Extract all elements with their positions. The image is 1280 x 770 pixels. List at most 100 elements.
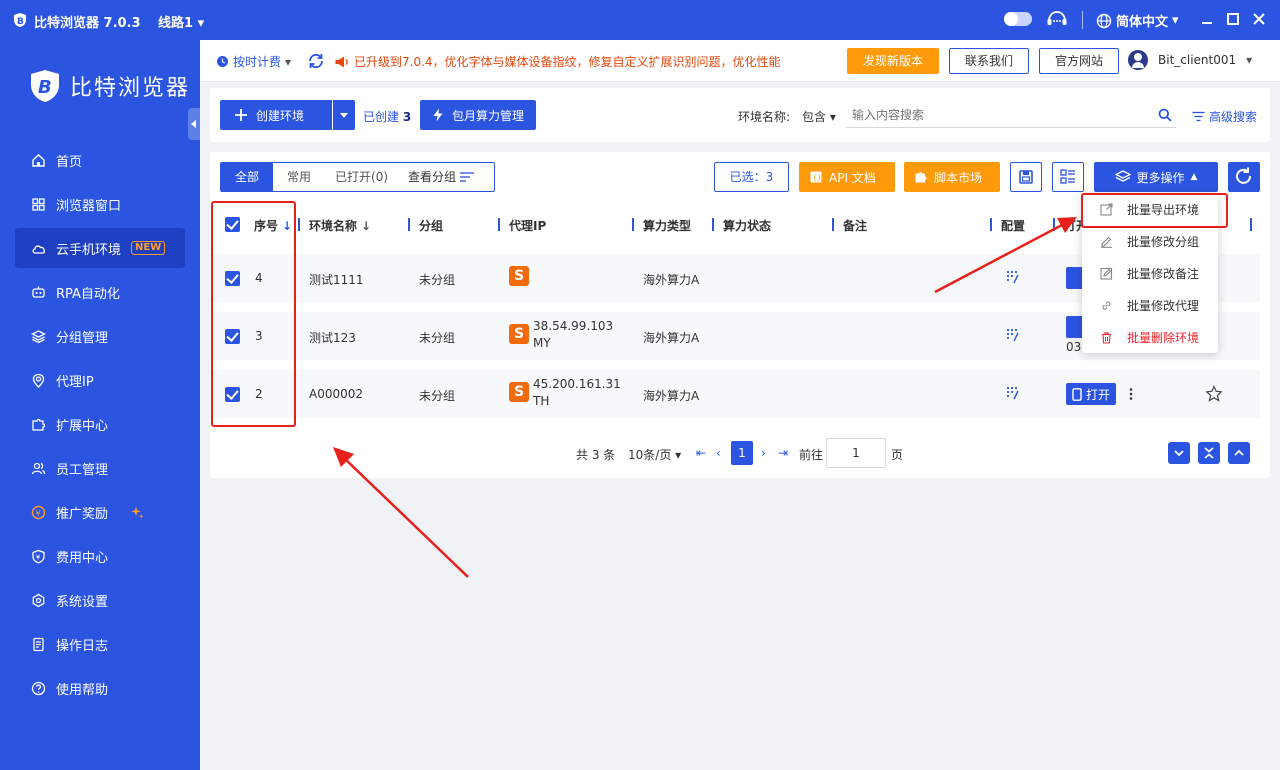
batch-edit-proxy-menu-item[interactable]: 批量修改代理 [1082,289,1218,321]
proxy-type-badge: S [509,324,529,344]
language-selector[interactable]: 简体中文 ▾ [1096,11,1179,30]
customer-service-icon[interactable] [1046,10,1068,30]
close-icon[interactable] [1252,12,1266,26]
column-divider [298,218,300,231]
phone-icon [1072,387,1082,401]
refresh-icon[interactable] [306,51,326,71]
goto-page-input[interactable] [826,438,886,468]
sidebar-item-staff[interactable]: 员工管理 [15,448,185,488]
sidebar-item-billing[interactable]: ¥ 费用中心 [15,536,185,576]
row-group: 未分组 [419,331,456,345]
sidebar-item-rewards[interactable]: ¥ 推广奖励 [15,492,185,532]
next-page-icon[interactable]: › [761,446,766,460]
column-header-notes: 备注 [843,219,868,233]
layers-icon [1114,170,1131,182]
refresh-list-button[interactable] [1228,162,1260,192]
chevron-up-icon [1234,449,1244,456]
api-doc-icon: {} [810,171,822,183]
svg-text:B: B [38,77,52,98]
edit-note-icon [1100,267,1113,280]
route-selector[interactable]: 线路1 ▾ [158,12,204,31]
search-input[interactable] [846,102,1176,128]
help-icon [31,681,46,695]
selected-count: 已选：3 [714,162,789,192]
row-name: 测试123 [309,331,356,345]
menu-item-label: 批量修改分组 [1127,234,1200,249]
sidebar-item-proxy[interactable]: 代理IP [15,360,185,400]
page-size-label: 10条/页 [628,448,672,462]
maximize-icon[interactable] [1226,12,1240,26]
proxy-type-badge: S [509,266,529,286]
annotation-highlight-export [1081,193,1228,228]
column-header-name[interactable]: 环境名称 ↓ [309,217,371,234]
page-size-selector[interactable]: 10条/页 ▾ [628,446,681,463]
column-divider [712,218,714,231]
prev-page-icon[interactable]: ‹ [716,446,721,460]
batch-delete-menu-item[interactable]: 批量删除环境 [1082,321,1218,353]
sidebar-item-help[interactable]: 使用帮助 [15,668,185,708]
contact-us-button[interactable]: 联系我们 [949,48,1029,74]
tab-frequent[interactable]: 常用 [273,163,325,191]
billing-mode-label: 按时计费 [233,55,282,69]
sidebar-item-rpa[interactable]: RPA自动化 [15,272,185,312]
sidebar-item-extensions[interactable]: 扩展中心 [15,404,185,444]
scroll-down-button[interactable] [1168,442,1190,464]
svg-text:¥: ¥ [36,553,41,561]
goto-label: 前往 [799,448,824,462]
cloud-icon [32,244,46,254]
sidebar-item-browser-windows[interactable]: 浏览器窗口 [15,184,185,224]
menu-item-label: 批量修改代理 [1127,298,1200,313]
update-notice[interactable]: 已升级到7.0.4，优化字体与媒体设备指纹，修复自定义扩展识别问题，优化性能 [334,53,781,70]
update-notice-text: 已升级到7.0.4，优化字体与媒体设备指纹，修复自定义扩展识别问题，优化性能 [354,55,781,69]
sidebar-item-cloud-phone[interactable]: 云手机环境 NEW [15,228,185,268]
new-version-button[interactable]: 发现新版本 [847,48,939,74]
sidebar: B 比特浏览器 首页 浏览器窗口 云手机环境 NEW RPA自动化 分组管理 代… [0,40,200,770]
open-button[interactable]: 打开 [1066,383,1117,405]
advanced-search-button[interactable]: 高级搜索 [1192,108,1257,125]
sidebar-collapse-toggle[interactable] [188,108,200,140]
api-docs-button[interactable]: {} API 文档 [799,162,895,192]
official-site-button[interactable]: 官方网站 [1039,48,1119,74]
more-actions-button[interactable]: 更多操作 ▲ [1094,162,1218,192]
column-settings-button[interactable] [1052,162,1084,192]
last-page-icon[interactable]: ⇥ [778,446,788,460]
first-page-icon[interactable]: ⇤ [696,446,706,460]
script-market-button[interactable]: 脚本市场 [904,162,1000,192]
fingerprint-config-icon[interactable] [1006,270,1020,284]
pagination: 共 3 条 10条/页 ▾ ⇤ ‹ 1 › ⇥ 前往 页 [210,438,1270,468]
tab-all[interactable]: 全部 [221,163,274,191]
proxy-type-badge: S [509,382,529,402]
create-environment-label: 创建环境 [256,108,305,123]
search-icon[interactable] [1158,108,1172,122]
filter-icon [1192,111,1205,122]
theme-toggle[interactable] [1004,12,1032,26]
search-match-selector[interactable]: 包含 ▾ [802,108,836,125]
user-menu[interactable]: Bit_client001 ▾ [1128,50,1252,70]
sidebar-item-label: 费用中心 [56,550,109,566]
batch-edit-note-menu-item[interactable]: 批量修改备注 [1082,257,1218,289]
sidebar-item-logs[interactable]: 操作日志 [15,624,185,664]
sidebar-item-groups[interactable]: 分组管理 [15,316,185,356]
save-layout-button[interactable] [1010,162,1042,192]
fingerprint-config-icon[interactable] [1006,328,1020,342]
minimize-icon[interactable] [1200,12,1214,26]
page-1-button[interactable]: 1 [731,441,753,465]
scroll-up-button[interactable] [1228,442,1250,464]
filter-tabs: 全部 常用 已打开(0) 查看分组 [220,162,495,192]
create-environment-dropdown[interactable] [333,100,355,130]
table-row[interactable]: 2 A000002 未分组 S 45.200.161.31 TH 海外算力A 打开 [210,370,1260,418]
batch-edit-group-menu-item[interactable]: 批量修改分组 [1082,225,1218,257]
tab-view-groups-label: 查看分组 [408,170,457,184]
create-environment-button[interactable]: 创建环境 [220,100,332,130]
sidebar-item-settings[interactable]: 系统设置 [15,580,185,620]
svg-text:{}: {} [813,174,822,182]
sidebar-item-home[interactable]: 首页 [15,140,185,180]
tab-view-groups[interactable]: 查看分组 [398,163,484,191]
favorite-star-icon[interactable] [1205,385,1223,403]
fingerprint-config-icon[interactable] [1006,386,1020,400]
tab-opened[interactable]: 已打开(0) [325,163,398,191]
collapse-rows-button[interactable] [1198,442,1220,464]
billing-mode-selector[interactable]: 按时计费 ▾ [216,53,291,70]
monthly-compute-button[interactable]: 包月算力管理 [420,100,536,130]
more-options-icon[interactable] [1129,388,1133,400]
